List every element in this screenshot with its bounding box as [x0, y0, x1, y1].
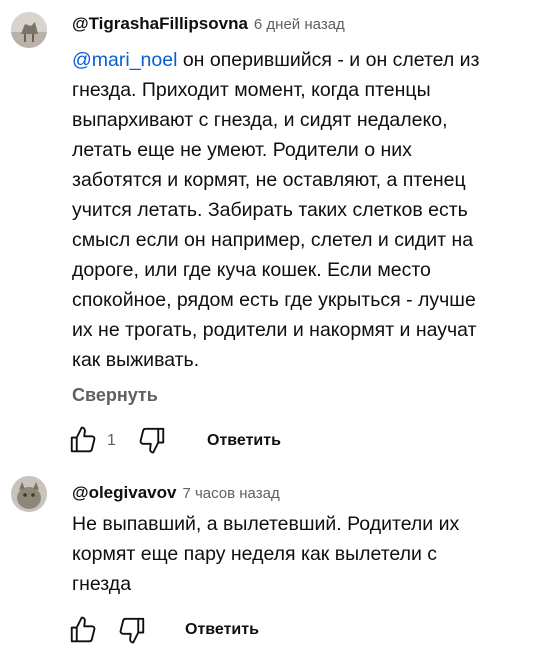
comment-line: летать еще не умеют. Родители о них: [72, 139, 412, 161]
author-name[interactable]: @TigrashaFillipsovna: [72, 14, 248, 33]
comment-line: их не трогать, родители и накормят и нау…: [72, 319, 477, 341]
comment-text: @mari_noel он оперившийся - и он слетел …: [72, 45, 480, 375]
comment-line: спокойное, рядом есть где укрыться - луч…: [72, 289, 476, 311]
thumbs-up-icon: [70, 616, 96, 643]
comment-line: выпархивают с гнезда, и сидят недалеко,: [72, 109, 448, 131]
comment-author[interactable]: @olegivavov 7 часов назад: [72, 483, 280, 503]
author-name[interactable]: @olegivavov: [72, 483, 176, 502]
comment-line: Не выпавший, а вылетевший. Родители их: [72, 513, 460, 535]
thumbs-down-icon: [119, 617, 145, 644]
comment-line-text: он оперившийся - и он слетел из: [177, 49, 480, 71]
avatar[interactable]: [11, 476, 47, 512]
comment-time[interactable]: 7 часов назад: [182, 485, 279, 502]
comment-line: заботятся и кормят, не оставляют, а птен…: [72, 169, 466, 191]
thumbs-down-icon: [139, 427, 165, 454]
comment-line: как выживать.: [72, 349, 200, 371]
like-button[interactable]: [68, 615, 98, 645]
like-button[interactable]: [68, 425, 98, 455]
like-count: 1: [107, 432, 116, 449]
comment-line: смысл если он например, слетел и сидит н…: [72, 229, 474, 251]
mention-link[interactable]: @mari_noel: [72, 49, 177, 71]
comment-author[interactable]: @TigrashaFillipsovna 6 дней назад: [72, 14, 345, 34]
comment-line: дороге, или где куча кошек. Если место: [72, 259, 431, 281]
comment-time[interactable]: 6 дней назад: [254, 16, 345, 33]
comment-line: учится летать. Забирать таких слетков ес…: [72, 199, 468, 221]
avatar-image: [11, 12, 47, 48]
dislike-button[interactable]: [117, 615, 147, 645]
avatar-image: [11, 476, 47, 512]
comment-line: гнезда. Приходит момент, когда птенцы: [72, 79, 431, 101]
dislike-button[interactable]: [137, 425, 167, 455]
reply-button[interactable]: Ответить: [185, 621, 259, 639]
thumbs-up-icon: [70, 426, 96, 453]
collapse-button[interactable]: Свернуть: [72, 385, 158, 406]
avatar[interactable]: [11, 12, 47, 48]
comment-line: @mari_noel он оперившийся - и он слетел …: [72, 45, 480, 75]
comment-line: гнезда: [72, 573, 132, 595]
comment-line: кормят еще пару неделя как вылетели с: [72, 543, 438, 565]
reply-button[interactable]: Ответить: [207, 432, 281, 450]
comment-text: Не выпавший, а вылетевший. Родители их к…: [72, 509, 459, 599]
